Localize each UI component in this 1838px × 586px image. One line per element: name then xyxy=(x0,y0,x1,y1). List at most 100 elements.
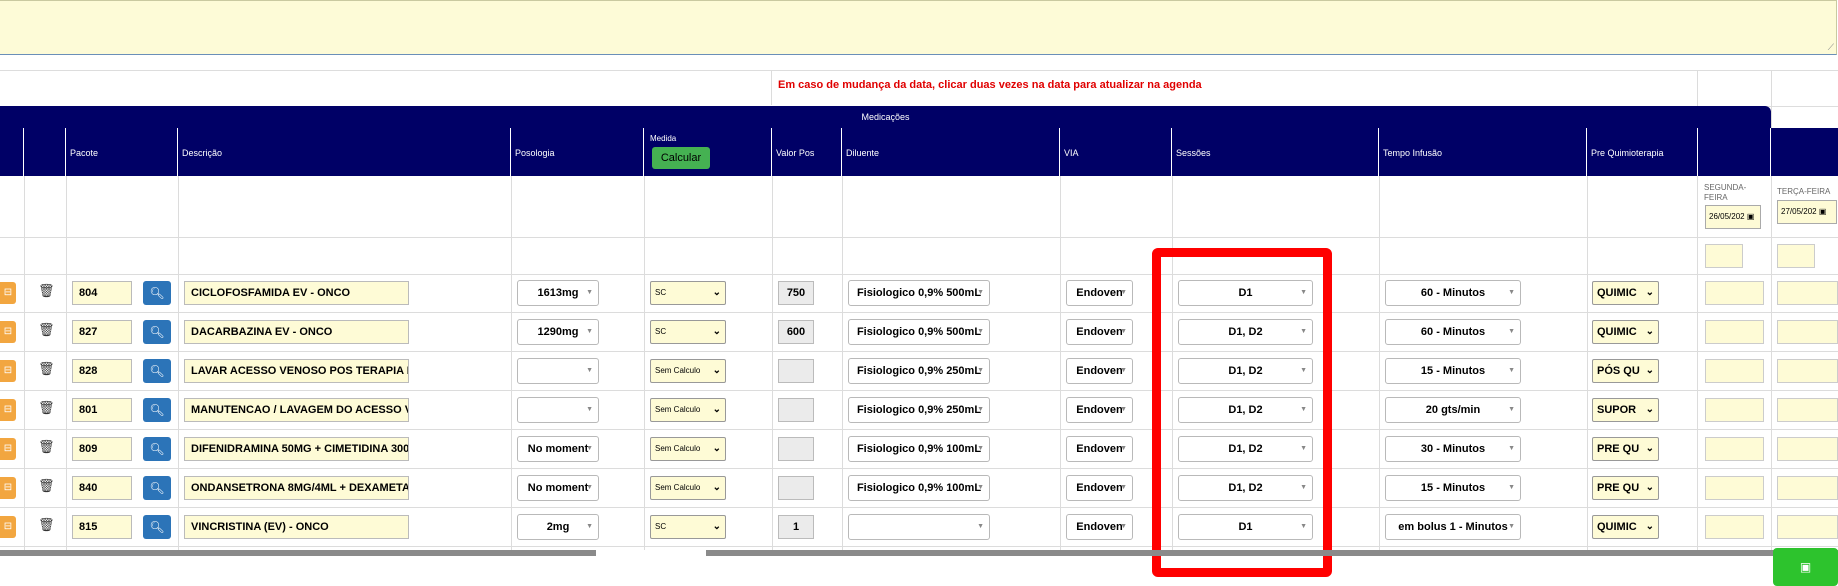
medida-select[interactable]: SC ⌄ xyxy=(650,515,726,539)
pacote-code-input[interactable]: 840 xyxy=(72,476,132,500)
tempo-infusao-select[interactable]: 15 - Minutos ▼ xyxy=(1385,475,1521,501)
medida-select[interactable]: Sem Calculo ⌄ xyxy=(650,359,726,383)
edit-row-button[interactable]: ⊟ xyxy=(0,399,16,421)
search-button[interactable]: 🔍︎ xyxy=(143,476,171,500)
trash-icon[interactable]: 🗑 xyxy=(38,361,55,377)
edit-row-button[interactable]: ⊟ xyxy=(0,438,16,460)
trash-icon[interactable]: 🗑 xyxy=(38,478,55,494)
resize-grip-icon[interactable]: ⟋ xyxy=(1828,43,1834,52)
posologia-select[interactable]: No moment ▼ xyxy=(517,436,599,462)
pacote-code-input[interactable]: 827 xyxy=(72,320,132,344)
diluente-select[interactable]: Fisiologico 0,9% 100mL ▼ xyxy=(848,436,990,462)
descricao-input[interactable]: VINCRISTINA (EV) - ONCO xyxy=(184,515,409,539)
diluente-select[interactable]: Fisiologico 0,9% 500mL ▼ xyxy=(848,280,990,306)
via-select[interactable]: Endoven ▼ xyxy=(1066,319,1133,345)
pacote-code-input[interactable]: 804 xyxy=(72,281,132,305)
search-button[interactable]: 🔍︎ xyxy=(143,320,171,344)
diluente-select[interactable]: ▼ xyxy=(848,514,990,540)
notes-textarea[interactable]: ⟋ xyxy=(0,0,1837,55)
edit-row-button[interactable]: ⊟ xyxy=(0,321,16,343)
day-2-cell[interactable] xyxy=(1777,281,1838,305)
edit-row-button[interactable]: ⊟ xyxy=(0,516,16,538)
trash-icon[interactable]: 🗑 xyxy=(38,322,55,338)
day-2-cell[interactable] xyxy=(1777,476,1838,500)
trash-icon[interactable]: 🗑 xyxy=(38,439,55,455)
day-1-cell[interactable] xyxy=(1705,398,1764,422)
pre-quimio-select[interactable]: SUPOR ⌄ xyxy=(1592,398,1659,422)
date-input-day-2[interactable]: 27/05/202 ▣ xyxy=(1777,200,1837,224)
horizontal-scrollbar-left[interactable] xyxy=(0,550,596,556)
pre-quimio-select[interactable]: QUIMIC ⌄ xyxy=(1592,320,1659,344)
day-1-cell[interactable] xyxy=(1705,476,1764,500)
diluente-select[interactable]: Fisiologico 0,9% 100mL ▼ xyxy=(848,475,990,501)
via-select[interactable]: Endoven ▼ xyxy=(1066,475,1133,501)
medida-select[interactable]: Sem Calculo ⌄ xyxy=(650,398,726,422)
day-1-cell[interactable] xyxy=(1705,359,1764,383)
search-button[interactable]: 🔍︎ xyxy=(143,515,171,539)
pacote-code-input[interactable]: 815 xyxy=(72,515,132,539)
search-button[interactable]: 🔍︎ xyxy=(143,398,171,422)
calcular-button[interactable]: Calcular xyxy=(652,147,710,169)
tempo-infusao-select[interactable]: 30 - Minutos ▼ xyxy=(1385,436,1521,462)
pacote-code-input[interactable]: 809 xyxy=(72,437,132,461)
via-select[interactable]: Endoven ▼ xyxy=(1066,397,1133,423)
medida-select[interactable]: Sem Calculo ⌄ xyxy=(650,476,726,500)
posologia-select[interactable]: 2mg ▼ xyxy=(517,514,599,540)
posologia-select[interactable]: 1613mg ▼ xyxy=(517,280,599,306)
day-1-cell[interactable] xyxy=(1705,320,1764,344)
day-2-cell[interactable] xyxy=(1777,515,1838,539)
medida-select[interactable]: SC ⌄ xyxy=(650,281,726,305)
pacote-code-input[interactable]: 801 xyxy=(72,398,132,422)
tempo-infusao-select[interactable]: 60 - Minutos ▼ xyxy=(1385,280,1521,306)
day-2-empty[interactable] xyxy=(1777,244,1815,268)
pre-quimio-select[interactable]: PÓS QU ⌄ xyxy=(1592,359,1659,383)
medida-select[interactable]: Sem Calculo ⌄ xyxy=(650,437,726,461)
tempo-infusao-select[interactable]: 60 - Minutos ▼ xyxy=(1385,319,1521,345)
diluente-select[interactable]: Fisiologico 0,9% 250mL ▼ xyxy=(848,397,990,423)
search-button[interactable]: 🔍︎ xyxy=(143,437,171,461)
medida-select[interactable]: SC ⌄ xyxy=(650,320,726,344)
via-select[interactable]: Endoven ▼ xyxy=(1066,514,1133,540)
pre-quimio-select[interactable]: QUIMIC ⌄ xyxy=(1592,281,1659,305)
tempo-infusao-select[interactable]: em bolus 1 - Minutos ▼ xyxy=(1385,514,1521,540)
day-2-cell[interactable] xyxy=(1777,320,1838,344)
via-select[interactable]: Endoven ▼ xyxy=(1066,358,1133,384)
day-2-cell[interactable] xyxy=(1777,359,1838,383)
pacote-code-input[interactable]: 828 xyxy=(72,359,132,383)
date-input-day-1[interactable]: 26/05/202 ▣ xyxy=(1705,205,1761,229)
trash-icon[interactable]: 🗑 xyxy=(38,283,55,299)
tempo-infusao-select[interactable]: 15 - Minutos ▼ xyxy=(1385,358,1521,384)
diluente-select[interactable]: Fisiologico 0,9% 250mL ▼ xyxy=(848,358,990,384)
descricao-input[interactable]: DACARBAZINA EV - ONCO xyxy=(184,320,409,344)
edit-row-button[interactable]: ⊟ xyxy=(0,360,16,382)
edit-row-button[interactable]: ⊟ xyxy=(0,477,16,499)
via-select[interactable]: Endoven ▼ xyxy=(1066,436,1133,462)
horizontal-scrollbar-right[interactable] xyxy=(706,550,1838,556)
edit-row-button[interactable]: ⊟ xyxy=(0,282,16,304)
tempo-infusao-select[interactable]: 20 gts/min ▼ xyxy=(1385,397,1521,423)
save-button[interactable]: ▣ xyxy=(1773,548,1838,586)
search-button[interactable]: 🔍︎ xyxy=(143,359,171,383)
posologia-select[interactable]: ▼ xyxy=(517,397,599,423)
descricao-input[interactable]: MANUTENCAO / LAVAGEM DO ACESSO V xyxy=(184,398,409,422)
posologia-select[interactable]: No moment ▼ xyxy=(517,475,599,501)
descricao-input[interactable]: LAVAR ACESSO VENOSO POS TERAPIA N xyxy=(184,359,409,383)
descricao-input[interactable]: ONDANSETRONA 8MG/4ML + DEXAMETA xyxy=(184,476,409,500)
trash-icon[interactable]: 🗑 xyxy=(38,400,55,416)
day-1-cell[interactable] xyxy=(1705,437,1764,461)
pre-quimio-select[interactable]: PRE QU ⌄ xyxy=(1592,437,1659,461)
posologia-select[interactable]: 1290mg ▼ xyxy=(517,319,599,345)
pre-quimio-select[interactable]: PRE QU ⌄ xyxy=(1592,476,1659,500)
via-select[interactable]: Endoven ▼ xyxy=(1066,280,1133,306)
posologia-select[interactable]: ▼ xyxy=(517,358,599,384)
descricao-input[interactable]: CICLOFOSFAMIDA EV - ONCO xyxy=(184,281,409,305)
descricao-input[interactable]: DIFENIDRAMINA 50MG + CIMETIDINA 300I xyxy=(184,437,409,461)
search-button[interactable]: 🔍︎ xyxy=(143,281,171,305)
day-1-empty[interactable] xyxy=(1705,244,1743,268)
day-1-cell[interactable] xyxy=(1705,281,1764,305)
pre-quimio-select[interactable]: QUIMIC ⌄ xyxy=(1592,515,1659,539)
day-1-cell[interactable] xyxy=(1705,515,1764,539)
diluente-select[interactable]: Fisiologico 0,9% 500mL ▼ xyxy=(848,319,990,345)
day-2-cell[interactable] xyxy=(1777,398,1838,422)
trash-icon[interactable]: 🗑 xyxy=(38,517,55,533)
